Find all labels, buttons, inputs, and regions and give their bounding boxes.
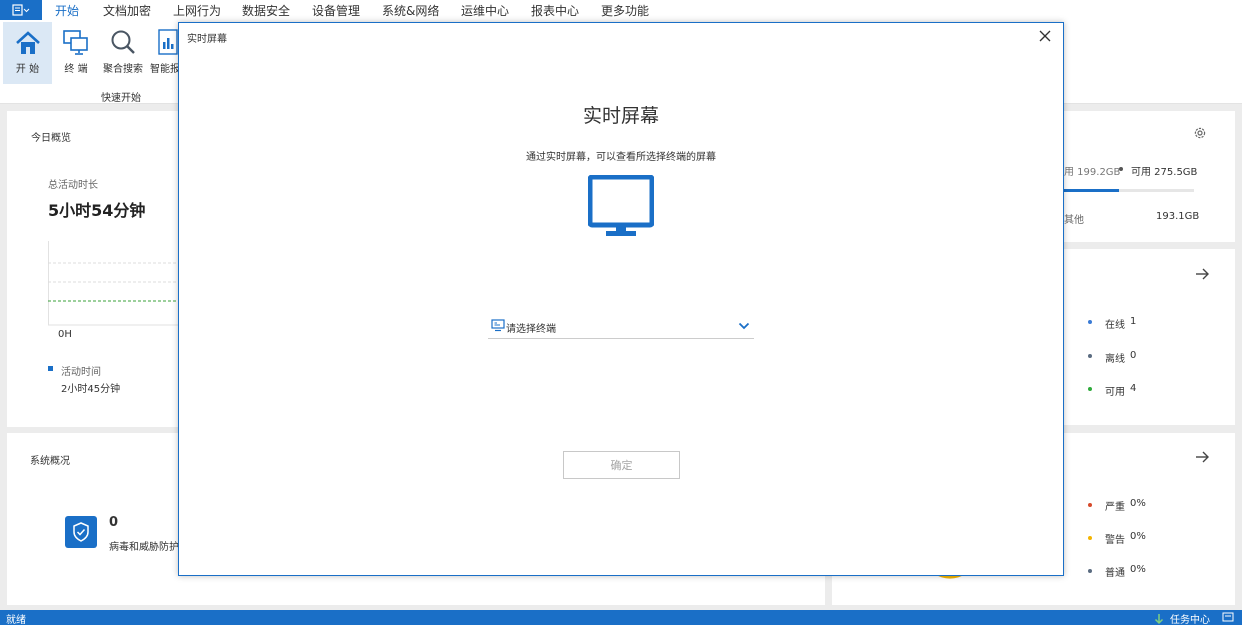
today-overview-title: 今日概览 [31, 133, 71, 144]
activity-chart [48, 241, 188, 326]
menu-tab-data-security[interactable]: 数据安全 [242, 2, 290, 19]
disk-available-text: 可用 275.5GB [1131, 167, 1198, 178]
available-dot [1088, 387, 1092, 391]
normal-label: 普通 [1105, 568, 1125, 579]
home-icon [15, 31, 40, 54]
terminal-select[interactable]: 请选择终端 [488, 315, 754, 339]
online-label: 在线 [1105, 320, 1125, 331]
available-label: 可用 [1105, 387, 1125, 398]
realtime-screen-dialog: 实时屏幕 实时屏幕 通过实时屏幕，可以查看所选择终端的屏幕 请选择终端 确定 [178, 22, 1064, 576]
ribbon-report-label: 智能报 [150, 64, 178, 75]
disk-separator-dot [1119, 167, 1123, 171]
offline-count: 0 [1130, 350, 1137, 361]
terminal-select-placeholder: 请选择终端 [506, 324, 556, 335]
dialog-title: 实时屏幕 [187, 34, 227, 45]
shield-icon [73, 522, 89, 542]
status-text: 就绪 [6, 615, 26, 625]
gear-icon [1194, 127, 1206, 139]
warning-dot [1088, 536, 1092, 540]
ribbon-report-button[interactable]: 智能报 [148, 22, 178, 84]
legend-value: 2小时45分钟 [61, 384, 121, 395]
menu-tab-ops[interactable]: 运维中心 [461, 2, 509, 19]
menu-bar: 开始 文档加密 上网行为 数据安全 设备管理 系统&网络 运维中心 报表中心 更… [0, 0, 1242, 22]
ribbon-terminal-label: 终 端 [64, 64, 88, 75]
total-activity-label: 总活动时长 [48, 180, 98, 191]
warning-label: 警告 [1105, 535, 1125, 546]
app-menu-icon [12, 4, 30, 16]
online-count: 1 [1130, 316, 1137, 327]
ribbon-terminal-button[interactable]: 终 端 [56, 22, 96, 84]
close-icon [1039, 30, 1051, 42]
settings-button[interactable] [1193, 126, 1207, 143]
terminal-select-icon [491, 319, 505, 332]
online-dot [1088, 320, 1092, 324]
menu-tab-reports[interactable]: 报表中心 [531, 2, 579, 19]
arrow-right-icon [1196, 451, 1209, 463]
app-menu-button[interactable] [0, 0, 42, 20]
menu-tab-doc-encrypt[interactable]: 文档加密 [103, 2, 151, 19]
message-icon [1222, 612, 1234, 622]
offline-label: 离线 [1105, 354, 1125, 365]
search-icon [111, 30, 135, 54]
total-activity-value: 5小时54分钟 [48, 201, 146, 220]
terminal-more-button[interactable] [1194, 266, 1210, 285]
ribbon-search-button[interactable]: 聚合搜索 [101, 22, 145, 84]
report-icon [158, 29, 178, 55]
normal-dot [1088, 569, 1092, 573]
arrow-right-icon [1196, 268, 1209, 280]
available-count: 4 [1130, 383, 1137, 394]
legend-label: 活动时间 [61, 367, 101, 378]
ribbon-start-label: 开 始 [15, 64, 40, 75]
severe-percent: 0% [1130, 498, 1146, 509]
offline-dot [1088, 354, 1092, 358]
download-arrow-icon [1154, 613, 1164, 624]
menu-tab-system-network[interactable]: 系统&网络 [382, 2, 439, 19]
severe-dot [1088, 503, 1092, 507]
dialog-heading: 实时屏幕 [582, 105, 659, 127]
disk-usage-bar [1064, 189, 1194, 192]
confirm-button[interactable]: 确定 [563, 451, 680, 479]
severe-label: 严重 [1105, 502, 1125, 513]
virus-count: 0 [109, 515, 119, 530]
disk-other-label: 其他 [1064, 215, 1084, 226]
warning-percent: 0% [1130, 531, 1146, 542]
chevron-down-icon [738, 322, 750, 330]
menu-tab-internet[interactable]: 上网行为 [173, 2, 221, 19]
alerts-more-button[interactable] [1194, 449, 1210, 468]
menu-tab-more[interactable]: 更多功能 [601, 2, 649, 19]
chart-axis-label: 0H [58, 329, 72, 340]
dialog-description: 通过实时屏幕，可以查看所选择终端的屏幕 [526, 152, 716, 163]
terminal-icon [63, 30, 88, 55]
ribbon-start-button[interactable]: 开 始 [3, 22, 52, 84]
disk-usage-bar-fill [1064, 189, 1119, 192]
legend-swatch [48, 366, 53, 371]
system-overview-title: 系统概况 [30, 456, 70, 467]
virus-label: 病毒和威胁防护 [109, 542, 179, 553]
disk-other-value: 193.1GB [1156, 211, 1200, 222]
ribbon-search-label: 聚合搜索 [103, 64, 143, 75]
task-center-label: 任务中心 [1170, 615, 1210, 625]
menu-tab-device[interactable]: 设备管理 [312, 2, 360, 19]
task-center-button[interactable]: 任务中心 [1153, 611, 1210, 625]
message-button[interactable] [1222, 612, 1234, 625]
dialog-close-button[interactable] [1034, 25, 1056, 47]
shield-badge [65, 516, 97, 548]
status-bar: 就绪 任务中心 [0, 610, 1242, 625]
normal-percent: 0% [1130, 564, 1146, 575]
menu-tab-start[interactable]: 开始 [55, 2, 80, 22]
ribbon-group-label: 快速开始 [101, 93, 141, 104]
disk-used-text: 用 199.2GB [1064, 167, 1121, 178]
monitor-icon [588, 175, 654, 236]
